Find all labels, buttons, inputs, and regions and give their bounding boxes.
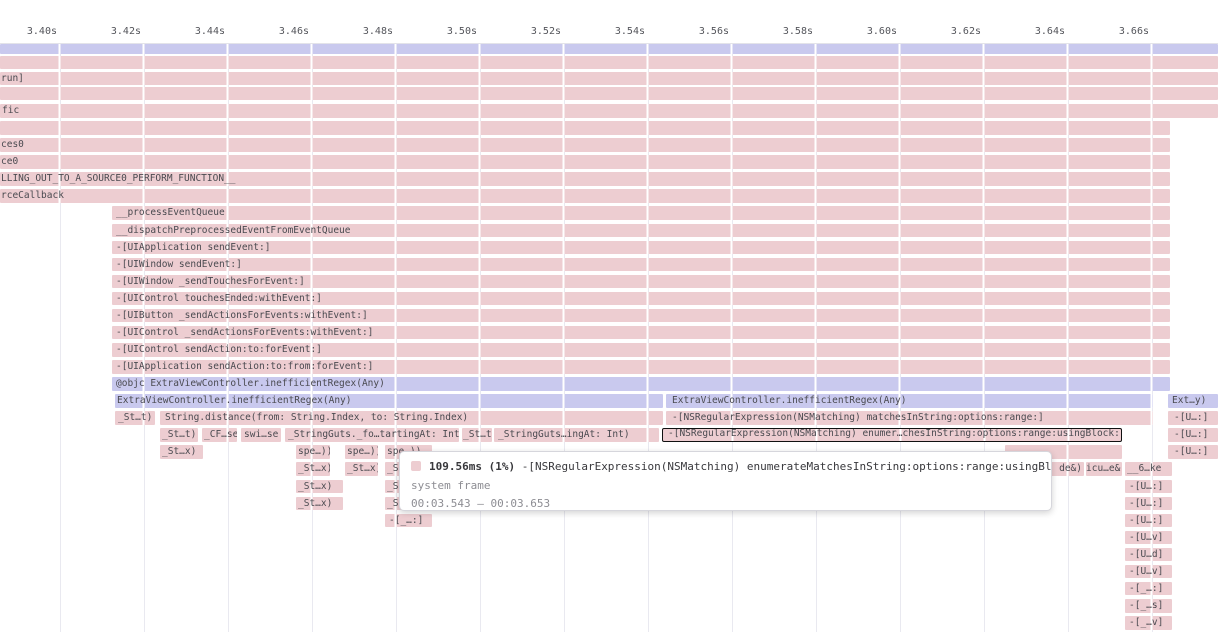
category-color-swatch (411, 461, 421, 471)
flame-bar[interactable]: ce0 (0, 155, 1170, 169)
flame-bar[interactable]: _St…x) (296, 462, 330, 476)
flame-bar[interactable]: -[_…v] (1125, 616, 1172, 630)
flame-bar[interactable]: -[UIControl sendAction:to:forEvent:] (112, 343, 1170, 357)
flame-bar[interactable]: -[_…:] (1125, 582, 1172, 596)
flame-bar[interactable]: _St…x) (296, 497, 343, 511)
flame-bar[interactable]: __processEventQueue (112, 206, 1170, 220)
axis-tick-label: 3.40s (27, 26, 57, 37)
axis-tick-label: 3.52s (531, 26, 561, 37)
flame-bar[interactable]: _St…x) (160, 445, 203, 459)
flame-bar[interactable]: _St…t) (462, 428, 492, 442)
flame-bar[interactable]: -[U…d] (1125, 548, 1172, 562)
frame-tooltip: 109.56ms (1%) -[NSRegularExpression(NSMa… (399, 451, 1052, 511)
flame-bar[interactable]: swi…se (241, 428, 281, 442)
flame-bar[interactable]: -[U…v] (1125, 531, 1172, 545)
flame-bar[interactable]: -[U…:] (1125, 480, 1172, 494)
flame-chart-canvas[interactable]: run] fic ces0 ce0 LLING_OUT_TO_A_SOURCE0_PER… (0, 0, 1218, 632)
flame-bar[interactable]: spe…)) (296, 445, 330, 459)
flame-bar[interactable]: -[UIControl _sendActionsForEvents:withEv… (112, 326, 1170, 340)
flame-bar[interactable]: -[U…:] (1125, 497, 1172, 511)
flame-bar[interactable]: -[U…:] (1125, 514, 1172, 528)
flame-bar[interactable]: _St…t) (160, 428, 198, 442)
axis-tick-label: 3.60s (867, 26, 897, 37)
flame-bar[interactable]: -[UIWindow sendEvent:] (112, 258, 1170, 272)
flame-bar[interactable] (0, 56, 1218, 69)
flame-bar[interactable]: icu…e&) (1086, 462, 1122, 476)
flame-bar[interactable]: fic (0, 104, 1218, 118)
flame-bar[interactable]: _StringGuts…ingAt: Int) (494, 428, 659, 442)
flame-bar[interactable]: _St…t) (115, 411, 155, 425)
axis-tick-label: 3.50s (447, 26, 477, 37)
tooltip-duration: 109.56ms (1%) (429, 460, 515, 473)
axis-tick-label: 3.42s (111, 26, 141, 37)
flame-bar[interactable]: -[_…:] (385, 514, 432, 528)
flame-bar[interactable]: ExtraViewController.inefficientRegex(Any… (666, 394, 1153, 408)
flame-bar[interactable]: -[UIApplication sendEvent:] (112, 241, 1170, 255)
tooltip-category: system frame (411, 477, 1040, 496)
axis-tick-label: 3.62s (951, 26, 981, 37)
tooltip-title-line: 109.56ms (1%) -[NSRegularExpression(NSMa… (411, 458, 1040, 477)
flame-bar[interactable]: -[UIApplication sendAction:to:from:forEv… (112, 360, 1170, 374)
axis-tick-label: 3.54s (615, 26, 645, 37)
flame-bar[interactable]: -[U…:] (1168, 411, 1218, 425)
flame-bar[interactable]: @objc ExtraViewController.inefficientReg… (112, 377, 1170, 391)
axis-tick-label: 3.46s (279, 26, 309, 37)
profiler-stack-chart-panel: run] fic ces0 ce0 LLING_OUT_TO_A_SOURCE0_PER… (0, 0, 1218, 632)
flame-bar[interactable]: LLING_OUT_TO_A_SOURCE0_PERFORM_FUNCTION_… (0, 172, 1170, 186)
flame-bar[interactable]: ExtraViewController.inefficientRegex(Any… (115, 394, 663, 408)
flame-bar[interactable]: __dispatchPreprocessedEventFromEventQueu… (112, 224, 1170, 238)
flame-bar[interactable]: -[_…s] (1125, 599, 1172, 613)
flame-bar[interactable]: -[U…v] (1125, 565, 1172, 579)
flame-bar[interactable]: -[UIButton _sendActionsForEvents:withEve… (112, 309, 1170, 323)
flame-bar[interactable]: _St…x) (345, 462, 378, 476)
axis-tick-label: 3.44s (195, 26, 225, 37)
flame-bar[interactable]: -[U…:] (1168, 428, 1218, 442)
flame-bar[interactable] (0, 44, 1218, 54)
flame-bar-selected[interactable]: -[NSRegularExpression(NSMatching) enumer… (662, 428, 1122, 442)
flame-bar[interactable]: -[U…:] (1168, 445, 1218, 459)
tooltip-function-name: -[NSRegularExpression(NSMatching) enumer… (522, 460, 1052, 473)
tooltip-time-range: 00:03.543 — 00:03.653 (411, 495, 1040, 511)
flame-bar[interactable] (0, 121, 1170, 135)
flame-bar[interactable]: _St…x) (296, 480, 343, 494)
axis-tick-label: 3.48s (363, 26, 393, 37)
flame-bar[interactable]: -[UIControl touchesEnded:withEvent:] (112, 292, 1170, 306)
flame-bar[interactable]: _CF…se (202, 428, 237, 442)
flame-bar[interactable]: -[UIWindow _sendTouchesForEvent:] (112, 275, 1170, 289)
flame-bar[interactable] (0, 87, 1218, 100)
time-axis: 3.40s 3.42s 3.44s 3.46s 3.48s 3.50s 3.52s 3.54s… (0, 0, 1218, 44)
flame-bar[interactable]: _StringGuts._fo…tartingAt: Int) (285, 428, 459, 442)
flame-bar[interactable]: -[NSRegularExpression(NSMatching) matche… (666, 411, 1153, 425)
flame-bar[interactable]: Ext…y) (1168, 394, 1218, 408)
flame-bar[interactable]: __6…ke (1125, 462, 1172, 476)
axis-tick-label: 3.66s (1119, 26, 1149, 37)
axis-tick-label: 3.56s (699, 26, 729, 37)
flame-bar[interactable]: spe…)) (345, 445, 378, 459)
flame-bar[interactable]: ces0 (0, 138, 1170, 152)
flame-bar[interactable]: rceCallback (0, 189, 1170, 203)
flame-bar[interactable]: String.distance(from: String.Index, to: … (160, 411, 663, 425)
axis-tick-label: 3.64s (1035, 26, 1065, 37)
flame-bar[interactable]: run] (0, 72, 1218, 85)
axis-tick-label: 3.58s (783, 26, 813, 37)
